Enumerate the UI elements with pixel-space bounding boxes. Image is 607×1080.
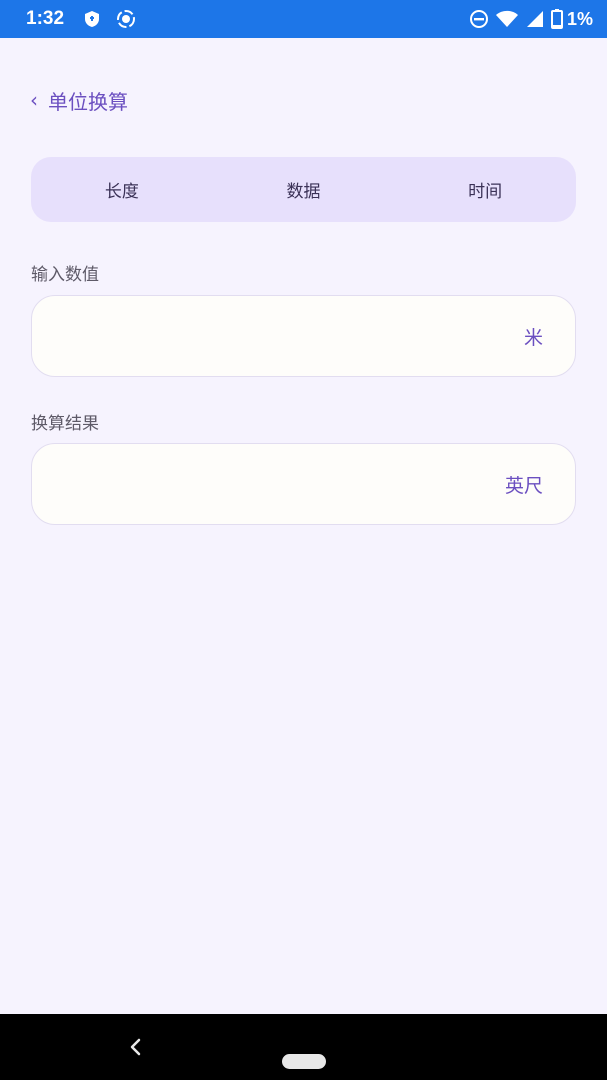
status-left: 1:32	[26, 8, 150, 30]
result-box[interactable]: 英尺	[31, 443, 576, 525]
status-right: 1%	[469, 9, 593, 30]
do-not-disturb-icon	[469, 9, 489, 29]
unit-category-tabs: 长度 数据 时间	[31, 157, 576, 222]
input-unit[interactable]: 米	[524, 323, 543, 350]
battery-icon	[550, 9, 563, 29]
result-field[interactable]	[56, 444, 505, 524]
back-header[interactable]: ‹ 单位换算	[30, 84, 128, 116]
shield-icon	[82, 9, 102, 29]
tab-time[interactable]: 时间	[394, 157, 576, 222]
input-value-label: 输入数值	[31, 265, 99, 285]
chevron-left-icon[interactable]: ‹	[30, 90, 38, 110]
wifi-icon	[495, 9, 519, 29]
signal-icon	[525, 9, 545, 29]
nav-back-button[interactable]	[124, 1032, 146, 1062]
status-bar: 1:32 1%	[0, 0, 607, 38]
result-unit[interactable]: 英尺	[505, 471, 543, 498]
status-time: 1:32	[26, 8, 65, 29]
result-label: 换算结果	[31, 414, 99, 434]
navigation-bar	[0, 1014, 607, 1080]
input-value-field[interactable]	[56, 296, 524, 376]
tab-data[interactable]: 数据	[213, 157, 395, 222]
battery-percent: 1%	[566, 8, 593, 29]
nav-back-icon	[130, 1038, 141, 1056]
input-value-box[interactable]: 米	[31, 295, 576, 377]
page-title: 单位换算	[48, 89, 128, 114]
screen-record-icon	[116, 9, 136, 29]
tab-length[interactable]: 长度	[31, 157, 213, 222]
nav-home-button[interactable]	[282, 1054, 326, 1069]
